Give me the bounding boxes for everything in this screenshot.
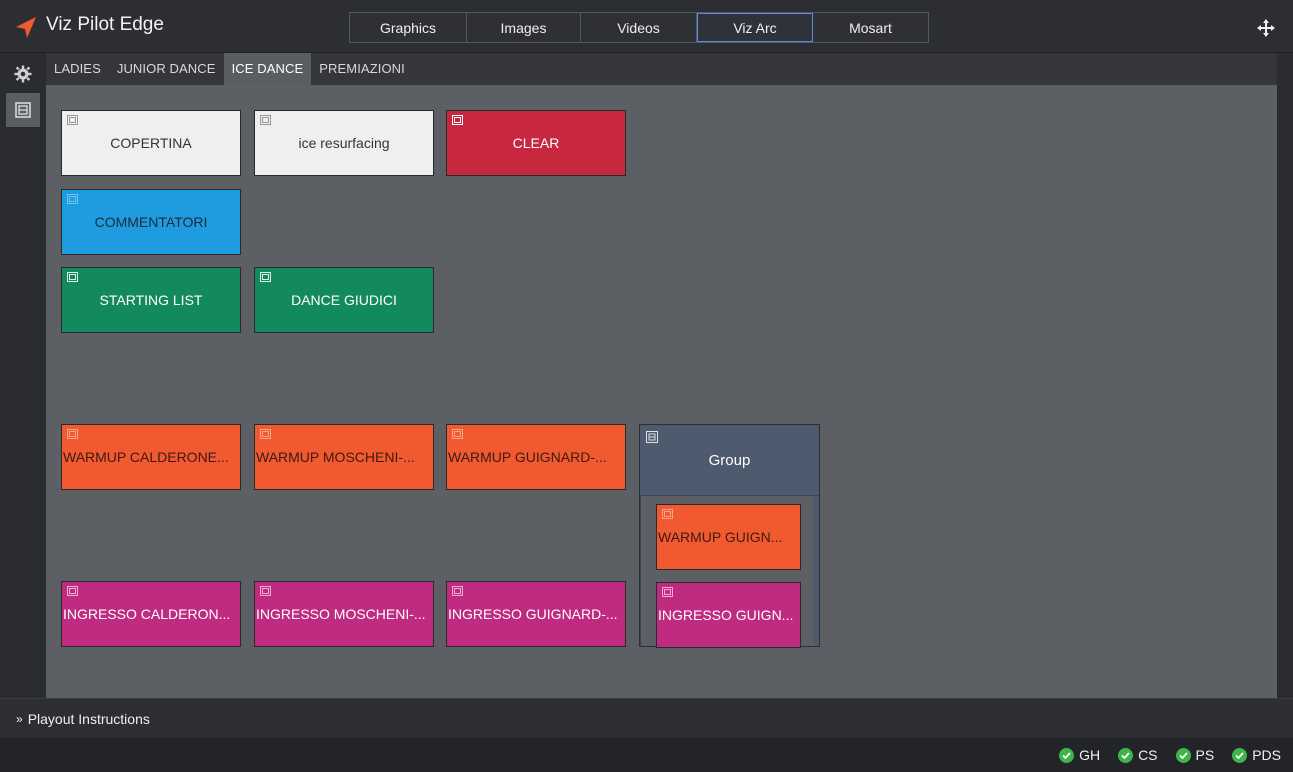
button-canvas: COPERTINA ice resurfacing CLEAR COMMENTA… [46,85,1277,698]
template-icon [67,194,78,204]
template-icon [452,429,463,439]
subtab-ice-dance[interactable]: ICE DANCE [223,53,312,85]
tab-graphics[interactable]: Graphics [350,13,467,42]
group-label: Group [708,451,751,469]
status-gh: GH [1059,747,1100,763]
check-circle-icon [1232,747,1248,763]
clear-button[interactable]: CLEAR [446,110,626,176]
top-bar: Viz Pilot Edge Graphics Images Videos Vi… [0,0,1293,53]
template-icon [67,272,78,282]
warmup-calderone-button[interactable]: WARMUP CALDERONE... [61,424,241,490]
template-icon [260,429,271,439]
commentatori-button[interactable]: COMMENTATORI [61,189,241,255]
status-bar: GH CS PS PDS [0,738,1293,772]
template-icon [260,272,271,282]
template-icon [67,586,78,596]
template-icon [67,115,78,125]
side-rail [0,53,46,698]
move-arrows-icon[interactable] [1257,19,1275,37]
ice-resurfacing-button[interactable]: ice resurfacing [254,110,434,176]
subtab-premiazioni[interactable]: PREMIAZIONI [311,53,413,85]
tab-viz-arc[interactable]: Viz Arc [697,13,813,42]
tab-videos[interactable]: Videos [581,13,697,42]
group-container[interactable]: Group WARMUP GUIGN... INGRESSO GUIGN... [639,424,820,648]
group-scrollbar[interactable] [813,496,819,646]
warmup-guignard-button[interactable]: WARMUP GUIGNARD-... [446,424,626,490]
template-icon [452,586,463,596]
ingresso-calderon-button[interactable]: INGRESSO CALDERON... [61,581,241,647]
template-icon [67,429,78,439]
subtab-ladies[interactable]: LADIES [46,53,109,85]
warmup-moscheni-button[interactable]: WARMUP MOSCHENI-... [254,424,434,490]
double-chevron-down-icon: » [16,711,23,726]
playout-instructions-toggle[interactable]: » Playout Instructions [0,698,1293,738]
status-pds: PDS [1232,747,1281,763]
playout-label: Playout Instructions [27,710,150,727]
template-icon [260,115,271,125]
status-ps: PS [1175,747,1214,763]
group-header[interactable]: Group [640,425,819,496]
gear-icon [14,65,32,83]
template-view-button[interactable] [6,93,40,127]
sub-tabs: LADIES JUNIOR DANCE ICE DANCE PREMIAZION… [46,53,1277,85]
template-icon [662,587,673,597]
check-circle-icon [1175,747,1191,763]
status-cs: CS [1118,747,1158,763]
ingresso-guignard-button[interactable]: INGRESSO GUIGNARD-... [446,581,626,647]
app-title: Viz Pilot Edge [46,14,164,35]
tab-mosart[interactable]: Mosart [813,13,928,42]
settings-button[interactable] [6,57,40,91]
group-ingresso-guignard-button[interactable]: INGRESSO GUIGN... [656,582,801,648]
copertina-button[interactable]: COPERTINA [61,110,241,176]
template-icon [452,115,463,125]
template-icon [15,102,31,118]
ingresso-moscheni-button[interactable]: INGRESSO MOSCHENI-... [254,581,434,647]
group-warmup-guignard-button[interactable]: WARMUP GUIGN... [656,504,801,570]
starting-list-button[interactable]: STARTING LIST [61,267,241,333]
template-icon [260,586,271,596]
dance-giudici-button[interactable]: DANCE GIUDICI [254,267,434,333]
tab-images[interactable]: Images [467,13,581,42]
subtab-junior-dance[interactable]: JUNIOR DANCE [109,53,224,85]
viz-logo-icon [16,17,36,38]
vertical-scrollbar[interactable] [1277,53,1293,698]
check-circle-icon [1059,747,1075,763]
check-circle-icon [1118,747,1134,763]
group-icon [646,431,658,443]
top-tabs: Graphics Images Videos Viz Arc Mosart [349,12,929,43]
template-icon [662,509,673,519]
